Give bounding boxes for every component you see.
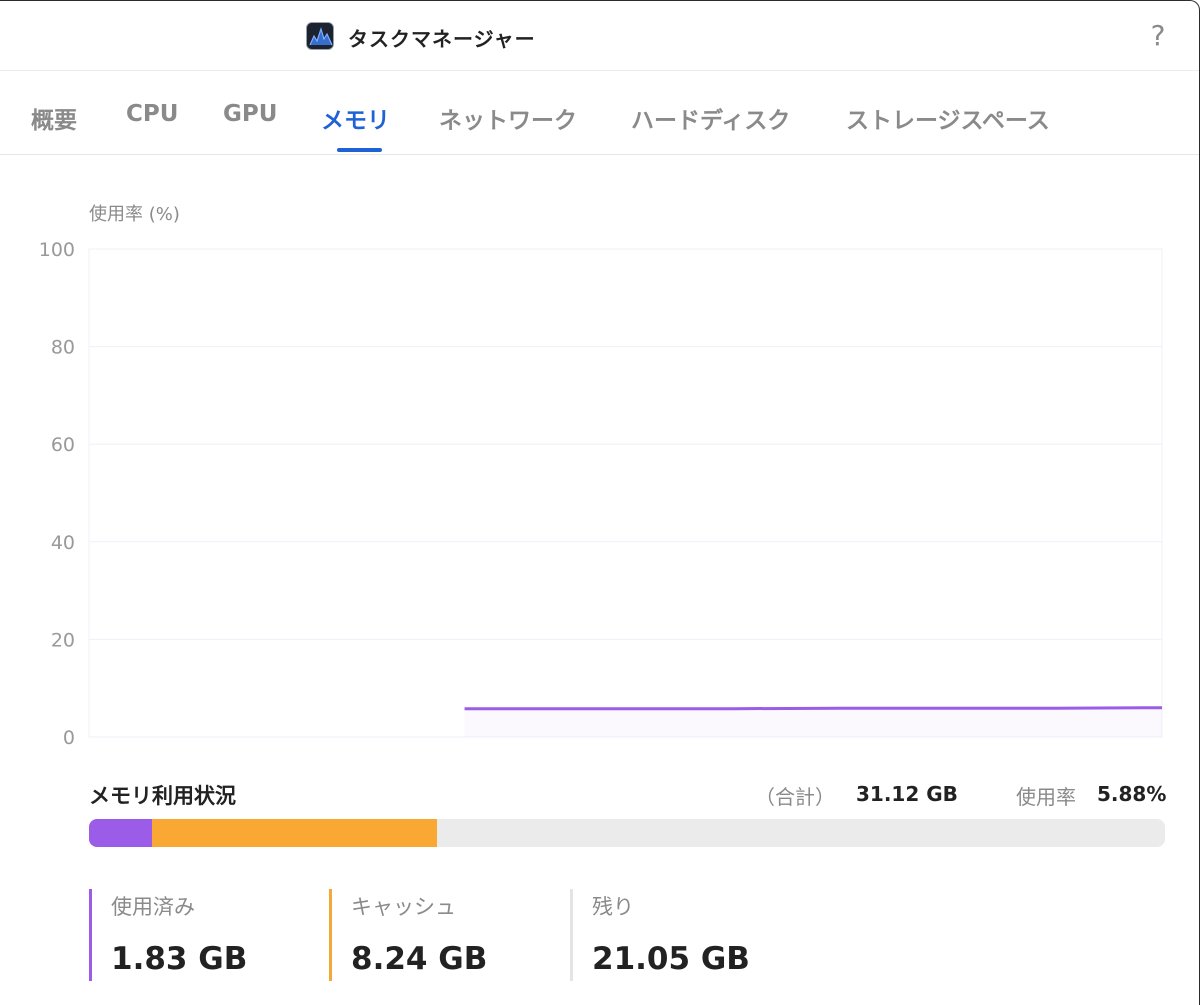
- series-area: [464, 707, 1162, 737]
- y-tick-label: 80: [51, 337, 75, 359]
- stat-remaining-value: 21.05 GB: [592, 941, 750, 977]
- y-tick-label: 20: [51, 629, 75, 651]
- active-tab-indicator: [337, 148, 382, 152]
- stat-cache-label: キャッシュ: [351, 895, 456, 919]
- help-button[interactable]: ?: [1142, 17, 1174, 55]
- usage-rate-label: 使用率: [1016, 785, 1076, 809]
- y-tick-label: 0: [63, 727, 75, 749]
- y-tick-label: 60: [51, 434, 75, 456]
- tab-memory[interactable]: メモリ: [321, 101, 390, 135]
- tab-network[interactable]: ネットワーク: [439, 101, 577, 135]
- y-tick-label: 40: [51, 532, 75, 554]
- memory-usage-title: メモリ利用状況: [89, 784, 236, 808]
- activity-monitor-icon: [306, 22, 334, 50]
- total-value: 31.12 GB: [856, 782, 958, 806]
- task-manager-window: タスクマネージャー ? 概要 CPU GPU メモリ ネットワーク ハードディス…: [0, 0, 1200, 1005]
- stat-remaining-label: 残り: [592, 895, 634, 919]
- stat-used-value: 1.83 GB: [111, 941, 248, 977]
- usage-bar-cache-segment: [152, 819, 438, 847]
- tab-overview[interactable]: 概要: [31, 101, 77, 135]
- usage-bar-used-segment: [89, 819, 153, 847]
- title-bar: タスクマネージャー ?: [0, 1, 1199, 71]
- tab-storage-space[interactable]: ストレージスペース: [846, 101, 1050, 135]
- series-line: [464, 706, 1163, 711]
- plot-area: [88, 248, 1163, 738]
- y-axis-label: 使用率 (%): [89, 204, 180, 225]
- stat-cache-value: 8.24 GB: [351, 941, 488, 977]
- stat-used-label: 使用済み: [111, 895, 195, 919]
- memory-usage-bar: [89, 819, 1165, 847]
- tab-bar: 概要 CPU GPU メモリ ネットワーク ハードディスク ストレージスペース: [0, 71, 1199, 155]
- total-label: （合計）: [755, 785, 835, 809]
- stat-used: 使用済み 1.83 GB: [89, 889, 247, 981]
- stat-remaining: 残り 21.05 GB: [570, 889, 750, 981]
- tab-gpu[interactable]: GPU: [223, 101, 277, 127]
- stat-cache: キャッシュ 8.24 GB: [329, 889, 487, 981]
- window-title: タスクマネージャー: [348, 27, 536, 51]
- memory-usage-chart: 100 80 60 40 20 0: [39, 239, 1163, 749]
- usage-rate-value: 5.88%: [1097, 782, 1167, 806]
- y-tick-label: 100: [39, 239, 75, 261]
- tab-cpu[interactable]: CPU: [126, 101, 178, 127]
- tab-hard-disk[interactable]: ハードディスク: [631, 101, 790, 135]
